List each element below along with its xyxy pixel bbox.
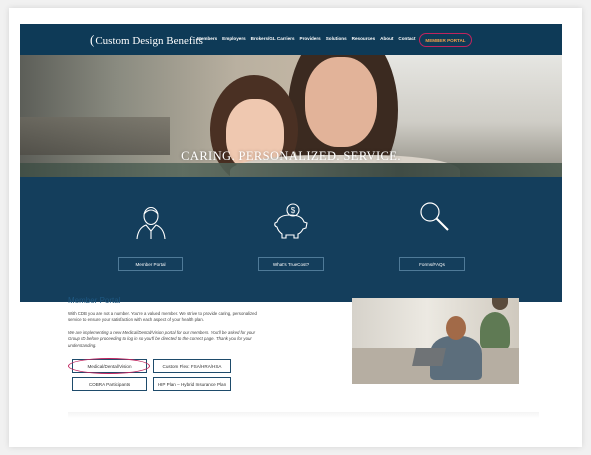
hero-banner: CARING. PERSONALIZED. SERVICE. (20, 55, 562, 177)
features-section: $ Member Portal What's TrueCost? Forms/F… (20, 177, 562, 302)
member-portal-heading: Member Portal (68, 296, 121, 305)
photo-lamp (492, 298, 508, 310)
photo-man-head (446, 316, 466, 340)
nav-item-employers[interactable]: Employers (222, 36, 246, 41)
site-logo[interactable]: (Custom Design Benefits (90, 32, 203, 48)
nav-item-providers[interactable]: Providers (300, 36, 321, 41)
member-portal-feature-button[interactable]: Member Portal (118, 257, 183, 271)
nav-item-members[interactable]: Members (197, 36, 217, 41)
hero-title: CARING. PERSONALIZED. SERVICE. (181, 149, 401, 163)
photo-laptop (412, 348, 446, 366)
piggy-bank-dollar-icon: $ (274, 203, 308, 239)
member-photo (352, 298, 519, 384)
hero-couch (20, 163, 562, 177)
cobra-participants-button[interactable]: COBRA Participants (72, 377, 147, 391)
member-portal-notice: We are implementing a new Medical/Dental… (68, 330, 256, 348)
member-portal-intro: With CDB you are not a number. You're a … (68, 311, 257, 323)
nav-item-resources[interactable]: Resources (352, 36, 376, 41)
photo-plant (480, 312, 510, 350)
section-divider (68, 412, 539, 418)
person-icon (136, 206, 166, 240)
hero-woman-face (305, 57, 377, 147)
medical-dental-vision-button[interactable]: Medical/Dental/Vision (72, 359, 147, 373)
svg-text:$: $ (291, 206, 296, 215)
logo-text: Custom Design Benefits (95, 35, 203, 47)
nav-item-solutions[interactable]: Solutions (326, 36, 347, 41)
custom-flex-button[interactable]: Custom Flex: FSA/HRA/HSA (153, 359, 231, 373)
forms-faqs-feature-button[interactable]: Forms/FAQs (399, 257, 465, 271)
magnifier-icon (420, 202, 449, 231)
logo-mark-icon: ( (90, 32, 95, 47)
main-nav: Members Employers Brokers/GL Carriers Pr… (197, 36, 416, 41)
nav-item-contact[interactable]: Contact (398, 36, 415, 41)
truecost-feature-button[interactable]: What's TrueCost? (258, 257, 324, 271)
hip-plan-button[interactable]: HIP Plan – Hybrid Insurance Plan (153, 377, 231, 391)
nav-item-about[interactable]: About (380, 36, 393, 41)
nav-item-brokers[interactable]: Brokers/GL Carriers (251, 36, 295, 41)
member-portal-button[interactable]: MEMBER PORTAL (419, 33, 472, 47)
site-header: (Custom Design Benefits Members Employer… (20, 24, 562, 55)
